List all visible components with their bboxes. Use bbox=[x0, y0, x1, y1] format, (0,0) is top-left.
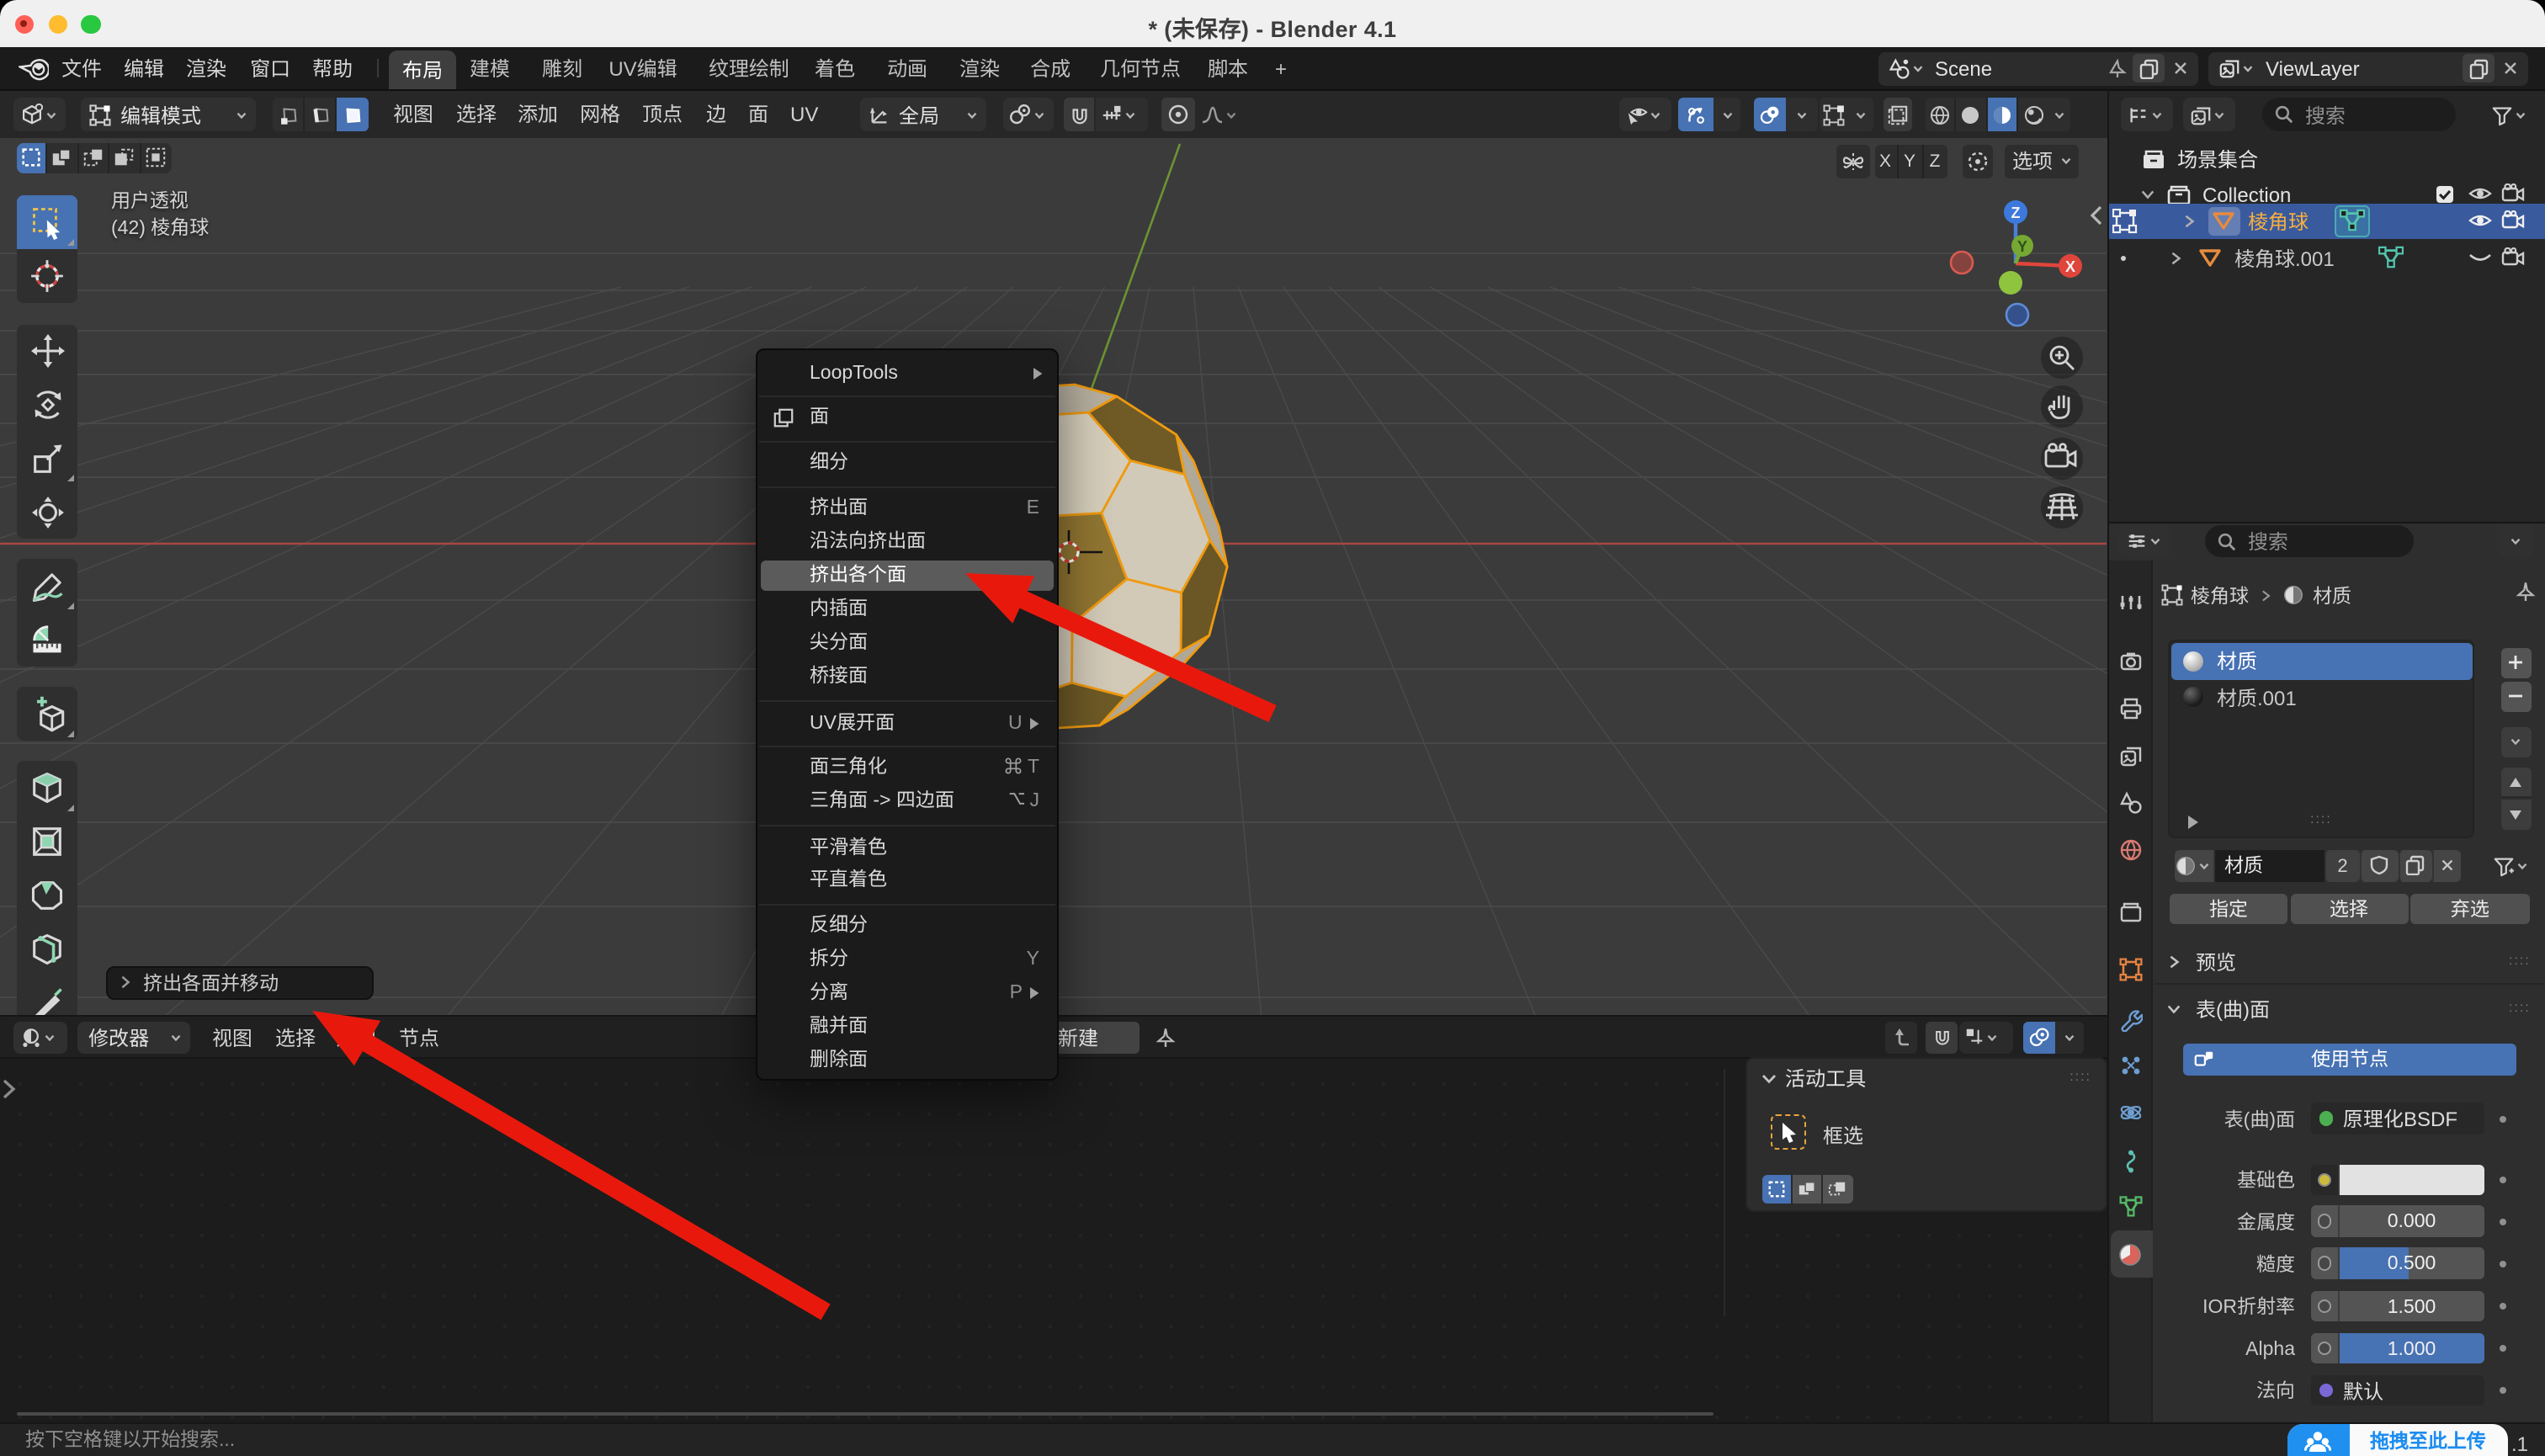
svg-text:Y: Y bbox=[2017, 237, 2027, 254]
svg-text:Z: Z bbox=[2011, 204, 2021, 221]
svg-text:X: X bbox=[2065, 258, 2075, 274]
